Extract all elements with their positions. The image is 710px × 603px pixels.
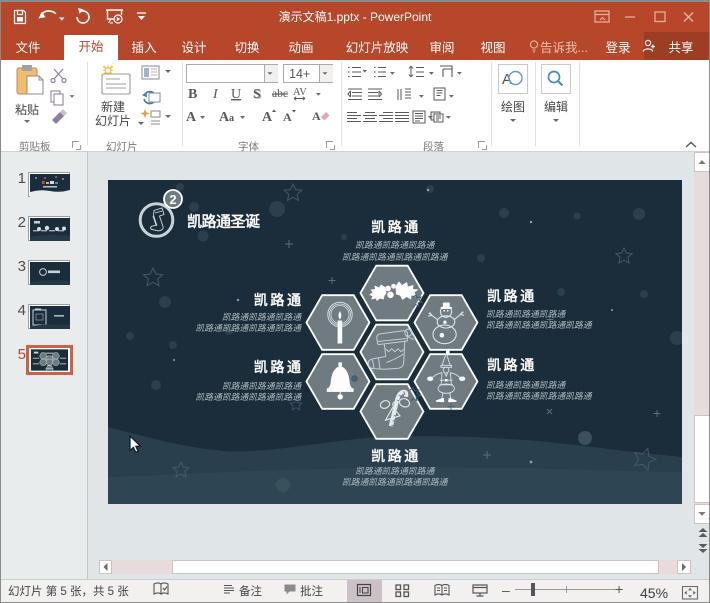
svg-text:凯路通凯路通凯路通: 凯路通凯路通凯路通 — [486, 380, 566, 390]
svg-text:AV: AV — [293, 87, 307, 98]
svg-text:凯路通凯路通凯路通: 凯路通凯路通凯路通 — [222, 381, 302, 391]
svg-text:A: A — [312, 109, 321, 123]
svg-text:凯路通: 凯路通 — [371, 219, 421, 235]
svg-text:U: U — [231, 87, 241, 102]
svg-text:凯路通凯路通凯路通: 凯路通凯路通凯路通 — [486, 309, 566, 319]
svg-text:凯路通凯路通凯路通: 凯路通凯路通凯路通 — [222, 312, 302, 322]
svg-text:凯路通凯路通凯路通凯路通: 凯路通凯路通凯路通凯路通 — [342, 252, 449, 262]
svg-text:S: S — [253, 87, 261, 102]
svg-text:凯路通凯路通凯路通凯路通: 凯路通凯路通凯路通凯路通 — [486, 391, 593, 401]
svg-text:I: I — [212, 87, 219, 102]
svg-text:凯路通: 凯路通 — [254, 359, 304, 375]
svg-text:凯路通: 凯路通 — [254, 292, 304, 308]
svg-text:凯路通: 凯路通 — [487, 288, 537, 304]
svg-text:a: a — [229, 113, 234, 124]
svg-text:凯路通凯路通凯路通凯路通: 凯路通凯路通凯路通凯路通 — [342, 477, 449, 487]
svg-text:2: 2 — [169, 192, 176, 207]
svg-text:B: B — [188, 87, 197, 102]
svg-text:abc: abc — [272, 88, 288, 100]
svg-text:凯路通凯路通凯路通凯路通: 凯路通凯路通凯路通凯路通 — [195, 323, 302, 333]
svg-text:凯路通凯路通凯路通凯路通: 凯路通凯路通凯路通凯路通 — [486, 320, 593, 330]
svg-text:A: A — [186, 110, 197, 125]
svg-text:凯路通凯路通凯路通: 凯路通凯路通凯路通 — [355, 240, 435, 250]
svg-text:A: A — [262, 110, 273, 125]
svg-text:A: A — [283, 110, 292, 124]
svg-text:凯路通凯路通凯路通: 凯路通凯路通凯路通 — [355, 466, 435, 476]
svg-text:凯路通: 凯路通 — [371, 448, 421, 464]
svg-text:凯路通圣诞: 凯路通圣诞 — [187, 213, 261, 231]
svg-text:凯路通凯路通凯路通凯路通: 凯路通凯路通凯路通凯路通 — [195, 392, 302, 402]
svg-text:凯路通: 凯路通 — [487, 357, 537, 373]
